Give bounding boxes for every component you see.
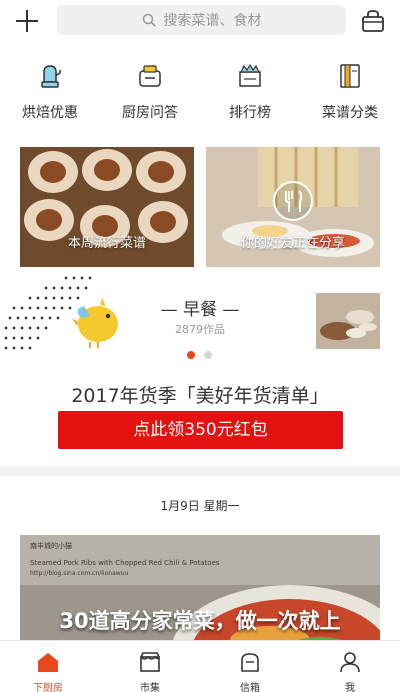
- category-ranking[interactable]: 排行榜: [200, 62, 300, 124]
- tab-me[interactable]: 我: [310, 641, 390, 692]
- crown-box-icon: [239, 63, 261, 87]
- feed-photo-overlay-text: 南丰城的小猫: [30, 542, 72, 550]
- category-recipe-types[interactable]: 菜谱分类: [300, 62, 400, 124]
- recipe-book-icon: [340, 64, 360, 88]
- top-bar: 搜索菜谱、食材: [0, 0, 400, 40]
- friends-sharing-card[interactable]: 你的好友正在分享: [206, 147, 380, 267]
- meal-title: — 早餐 —: [160, 300, 240, 320]
- feed-headline: 30道高分家常菜，做一次就上: [59, 609, 341, 633]
- market-icon: [140, 652, 160, 672]
- cookie-image: [28, 151, 78, 193]
- tab-label: 下厨房: [33, 683, 63, 692]
- promo-title: 2017年货季「美好年货清单」: [71, 385, 329, 407]
- meal-count: 2879作品: [175, 323, 225, 336]
- chick-mascot-icon: [72, 298, 118, 348]
- tab-home[interactable]: 下厨房: [8, 641, 88, 692]
- category-row: 烘焙优惠 厨房问答 排行榜 菜谱分类: [0, 62, 400, 124]
- feed-photo-caption: Steamed Pork Ribs with Chopped Red Chili…: [30, 559, 220, 567]
- tab-market[interactable]: 市集: [110, 641, 190, 692]
- cookie-image: [82, 149, 132, 191]
- category-baking-deals[interactable]: 烘焙优惠: [0, 62, 100, 124]
- feed-photo-url: http://blog.sina.com.cn/lionawuu: [30, 570, 129, 577]
- bottom-tab-bar: 下厨房 市集 信箱 我: [0, 640, 400, 692]
- popular-recipes-card[interactable]: 本周流行菜谱: [20, 147, 194, 267]
- basket-icon[interactable]: [360, 8, 386, 34]
- house-icon: [38, 653, 58, 672]
- card-title: 本周流行菜谱: [67, 236, 146, 251]
- claim-red-packet-button[interactable]: 点此领350元红包: [58, 411, 343, 449]
- mitten-icon: [41, 65, 61, 88]
- meal-thumbnail[interactable]: [316, 293, 380, 349]
- search-placeholder: 搜索菜谱、食材: [163, 13, 262, 29]
- fork-knife-icon: [273, 181, 313, 221]
- category-label: 排行榜: [229, 105, 271, 121]
- carousel-indicator[interactable]: [204, 351, 212, 359]
- card-title: 你的好友正在分享: [240, 236, 345, 251]
- category-kitchen-qa[interactable]: 厨房问答: [100, 62, 200, 124]
- section-divider: [0, 466, 400, 476]
- search-input[interactable]: 搜索菜谱、食材: [57, 5, 346, 35]
- person-icon: [340, 652, 360, 673]
- carousel-indicator-active[interactable]: [187, 351, 195, 359]
- tab-label: 市集: [140, 683, 160, 692]
- plus-icon[interactable]: [14, 8, 40, 34]
- category-label: 烘焙优惠: [22, 105, 78, 121]
- mailbox-icon: [241, 653, 259, 672]
- feed-date: 1月9日 星期一: [160, 499, 240, 513]
- category-label: 厨房问答: [122, 105, 178, 121]
- tab-label: 我: [345, 683, 355, 692]
- toaster-icon: [139, 65, 161, 87]
- search-icon: [142, 13, 156, 27]
- cookie-image: [136, 151, 186, 193]
- category-label: 菜谱分类: [322, 105, 378, 121]
